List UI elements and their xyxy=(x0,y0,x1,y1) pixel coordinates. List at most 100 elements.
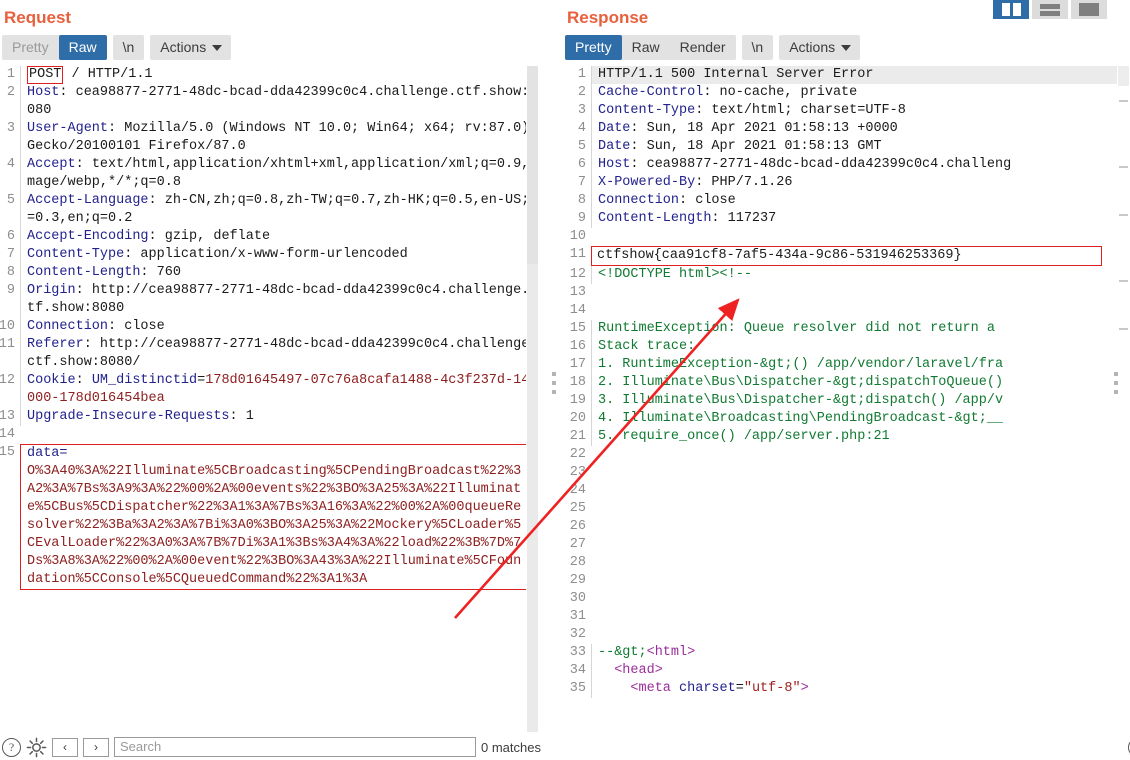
code-line: 7 Content-Type: application/x-www-form-ur… xyxy=(0,246,545,264)
response-scrollbar[interactable] xyxy=(1117,66,1130,734)
request-body-key: data= xyxy=(27,446,68,461)
code-line: 21 5. require_once() /app/server.php:21 xyxy=(563,428,1130,446)
code-line-content: RuntimeException: Queue resolver did not… xyxy=(591,320,1130,338)
response-divider-handle[interactable] xyxy=(1114,372,1118,394)
code-line: 23 xyxy=(563,464,1130,482)
line-number: 8 xyxy=(577,193,586,208)
tab-request-pretty[interactable]: Pretty xyxy=(2,35,59,60)
code-line: 10 xyxy=(563,228,1130,246)
help-icon[interactable]: ? xyxy=(2,737,21,757)
code-line: 1 POST / HTTP/1.1 xyxy=(0,66,545,84)
code-line-content: HTTP/1.1 500 Internal Server Error xyxy=(591,66,1130,84)
split-horizontal-button[interactable] xyxy=(1032,0,1068,19)
request-editor[interactable]: 1 POST / HTTP/1.1 2 Host: cea98877-2771-48d… xyxy=(0,66,545,734)
line-number: 7 xyxy=(577,175,586,190)
code-line-content: 5. require_once() /app/server.php:21 xyxy=(591,428,1130,446)
split-horizontal-icon xyxy=(1040,3,1060,16)
code-line: 11 ctfshow{caa91cf8-7af5-434a-9c86-531946… xyxy=(563,246,1130,266)
line-number: 3 xyxy=(6,121,15,136)
code-line-content: Cookie: UM_distinctid=178d01645497-07c76… xyxy=(20,372,545,408)
line-number: 33 xyxy=(569,645,586,660)
code-line: 4 Date: Sun, 18 Apr 2021 01:58:13 +0000 xyxy=(563,120,1130,138)
tab-response-raw[interactable]: Raw xyxy=(622,35,670,60)
request-actions-label: Actions xyxy=(160,38,207,55)
pane-divider-handle[interactable] xyxy=(552,372,556,394)
code-line-content: POST / HTTP/1.1 xyxy=(20,66,545,84)
request-view-tabs: Pretty Raw xyxy=(2,34,107,60)
response-editor[interactable]: 1 HTTP/1.1 500 Internal Server Error 2 Cach… xyxy=(563,66,1130,734)
pane-divider[interactable] xyxy=(548,0,562,760)
code-line: 32 xyxy=(563,626,1130,644)
code-line: 7 X-Powered-By: PHP/7.1.26 xyxy=(563,174,1130,192)
request-search-input[interactable]: Search xyxy=(114,737,477,757)
tab-response-pretty[interactable]: Pretty xyxy=(565,34,622,60)
line-number: 24 xyxy=(569,483,586,498)
line-number: 3 xyxy=(577,103,586,118)
request-tabstrip: Pretty Raw \n Actions xyxy=(0,32,545,62)
line-number: 11 xyxy=(569,247,586,262)
code-line-content: <head> xyxy=(591,662,1130,680)
tab-response-newline[interactable]: \n xyxy=(741,34,774,60)
code-line-content: Upgrade-Insecure-Requests: 1 xyxy=(20,408,545,426)
code-line-content: Origin: http://cea98877-2771-48dc-bcad-d… xyxy=(20,282,545,318)
code-line: 26 xyxy=(563,518,1130,536)
line-number: 34 xyxy=(569,663,586,678)
search-prev-button[interactable]: ‹ xyxy=(52,737,78,757)
response-pane: Response Pretty Raw Render \n Actions 1H… xyxy=(563,0,1130,760)
code-line-content: Content-Length: 117237 xyxy=(591,210,1130,228)
code-line-content: 1. RuntimeException-&gt;() /app/vendor/l… xyxy=(591,356,1130,374)
tab-request-raw[interactable]: Raw xyxy=(58,34,107,60)
code-line: 33 --&gt;<html> xyxy=(563,644,1130,662)
code-line: 2 Cache-Control: no-cache, private xyxy=(563,84,1130,102)
code-line-content: 4. Illuminate\Broadcasting\PendingBroadc… xyxy=(591,410,1130,428)
request-scrollbar[interactable] xyxy=(526,66,539,734)
code-line-content: Content-Type: application/x-www-form-url… xyxy=(20,246,545,264)
code-line-content: 3. Illuminate\Bus\Dispatcher-&gt;dispatc… xyxy=(591,392,1130,410)
code-line-content: Connection: close xyxy=(20,318,545,336)
line-number: 11 xyxy=(0,337,15,352)
line-number: 1 xyxy=(577,67,586,82)
split-vertical-icon xyxy=(1001,3,1021,16)
search-next-button[interactable]: › xyxy=(83,737,109,757)
line-number: 10 xyxy=(0,319,15,334)
line-number: 16 xyxy=(569,339,586,354)
code-line: 8 Connection: close xyxy=(563,192,1130,210)
line-number: 18 xyxy=(569,375,586,390)
code-line: 4 Accept: text/html,application/xhtml+xml… xyxy=(0,156,545,192)
tab-request-newline[interactable]: \n xyxy=(112,34,145,60)
code-line: 14 xyxy=(0,426,545,444)
line-number: 32 xyxy=(569,627,586,642)
split-vertical-button[interactable] xyxy=(993,0,1029,19)
line-number: 19 xyxy=(569,393,586,408)
line-number: 15 xyxy=(569,321,586,336)
line-number: 4 xyxy=(577,121,586,136)
code-line: 5 Accept-Language: zh-CN,zh;q=0.8,zh-TW;q… xyxy=(0,192,545,228)
code-line: 13 xyxy=(563,284,1130,302)
line-number: 12 xyxy=(0,373,15,388)
request-scrollbar-lower[interactable] xyxy=(527,264,538,732)
code-line: 9 Content-Length: 117237 xyxy=(563,210,1130,228)
line-number: 26 xyxy=(569,519,586,534)
line-number: 28 xyxy=(569,555,586,570)
code-line: 20 4. Illuminate\Broadcasting\PendingBroa… xyxy=(563,410,1130,428)
response-scrollbar-thumb[interactable] xyxy=(1118,66,1129,86)
response-scroll-tick xyxy=(1119,214,1128,216)
code-line: 14 xyxy=(563,302,1130,320)
request-body-line: 15 data= O%3A40%3A%22Illuminate%5CBroadca… xyxy=(0,444,545,590)
response-code: 1 HTTP/1.1 500 Internal Server Error 2 Cach… xyxy=(563,66,1130,734)
request-actions-button[interactable]: Actions xyxy=(150,34,232,60)
line-number: 9 xyxy=(6,283,15,298)
line-number: 31 xyxy=(569,609,586,624)
line-number: 25 xyxy=(569,501,586,516)
code-line-content: Stack trace: xyxy=(591,338,1130,356)
tab-response-render[interactable]: Render xyxy=(670,35,736,60)
request-scrollbar-thumb[interactable] xyxy=(527,66,538,264)
code-line: 6 Accept-Encoding: gzip, deflate xyxy=(0,228,545,246)
gear-icon[interactable] xyxy=(26,737,47,758)
code-line-content: --&gt;<html> xyxy=(591,644,1130,662)
line-number: 6 xyxy=(577,157,586,172)
response-actions-button[interactable]: Actions xyxy=(779,34,861,60)
response-tabstrip: Pretty Raw Render \n Actions xyxy=(563,32,1130,62)
single-pane-button[interactable] xyxy=(1071,0,1107,19)
line-number: 10 xyxy=(569,229,586,244)
